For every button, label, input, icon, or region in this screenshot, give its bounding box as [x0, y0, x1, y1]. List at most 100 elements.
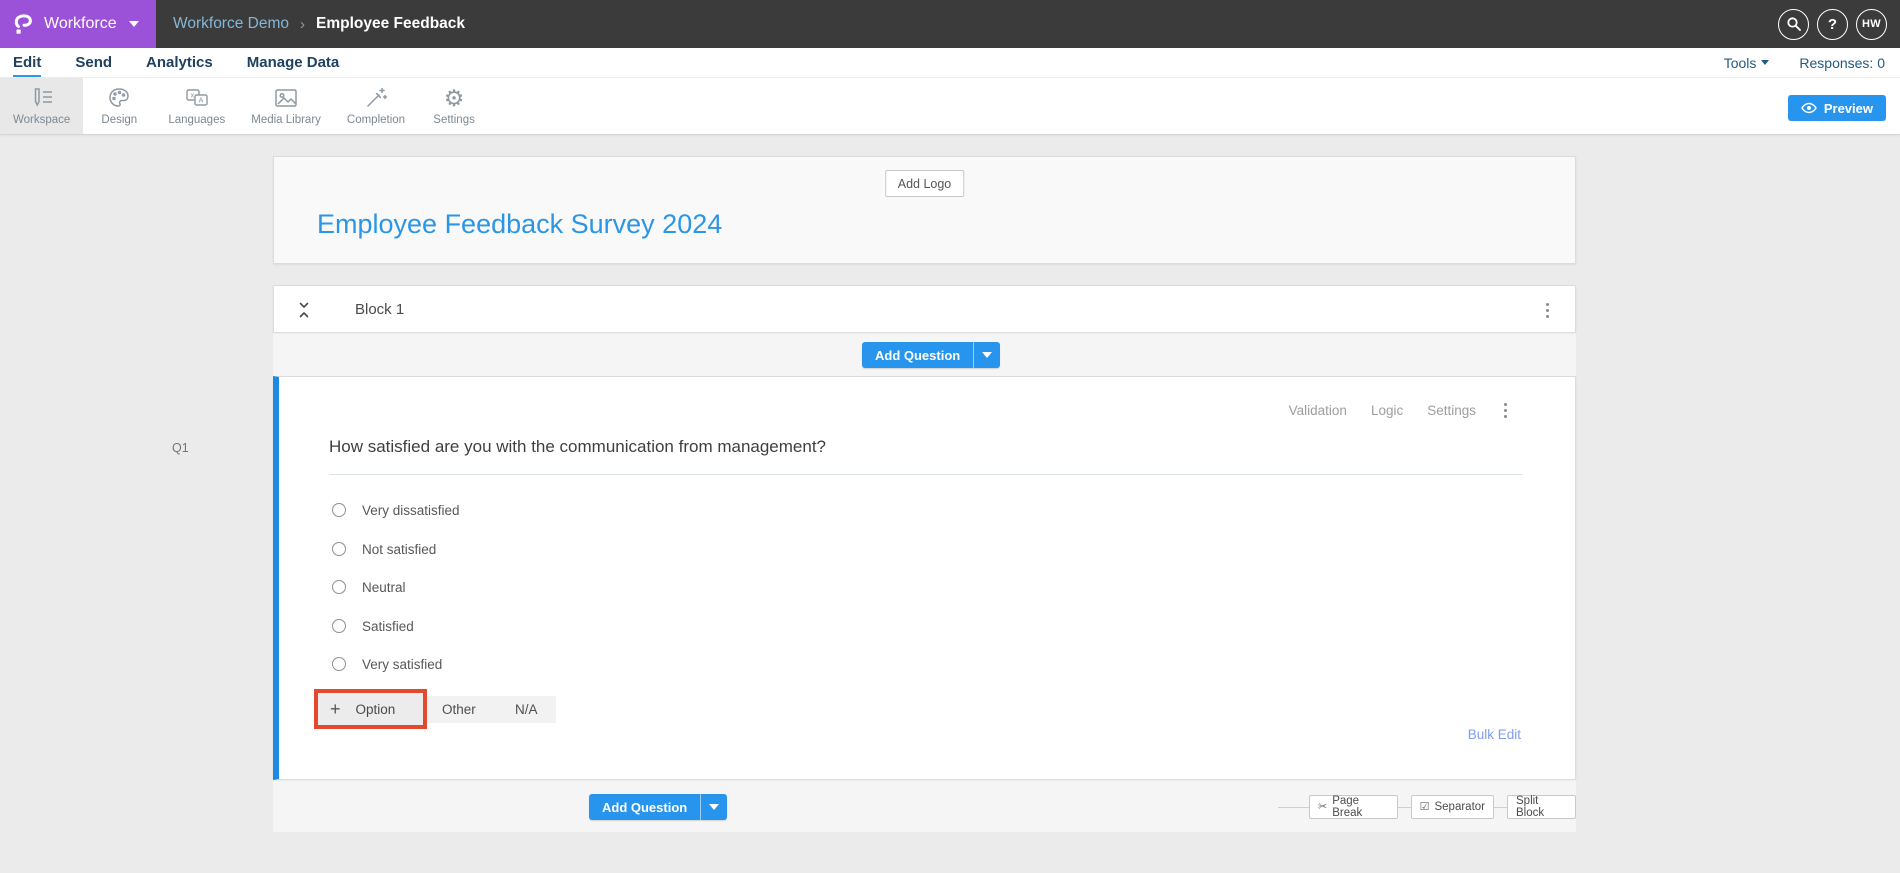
product-switcher[interactable]: Workforce: [0, 0, 156, 48]
eye-icon: [1801, 102, 1817, 114]
separator-label: Separator: [1434, 801, 1485, 813]
add-na-button[interactable]: N/A: [515, 696, 538, 723]
product-name: Workforce: [44, 15, 117, 33]
add-question-band-top: Add Question: [273, 333, 1576, 376]
toolbar-item-label: Design: [101, 114, 137, 126]
radio-button[interactable]: [332, 503, 346, 517]
choice-row: Not satisfied: [332, 538, 436, 560]
qualtrics-logo-icon: [13, 12, 35, 36]
tab-edit[interactable]: Edit: [13, 48, 41, 77]
workspace-icon: [29, 85, 55, 111]
checkbox-icon: ☑: [1420, 802, 1430, 813]
section-nav: Edit Send Analytics Manage Data Tools Re…: [0, 48, 1900, 78]
toolbar-item-settings[interactable]: ⚙ Settings: [418, 78, 490, 134]
svg-text:x: x: [190, 91, 194, 100]
tools-menu[interactable]: Tools: [1724, 55, 1770, 71]
survey-editor-screen: Workforce Workforce Demo › Employee Feed…: [0, 0, 1900, 873]
choice-label[interactable]: Satisfied: [362, 619, 414, 634]
completion-icon: [364, 85, 388, 111]
add-question-band-bottom: Add Question ✂ Page Break ☑ Separator Sp…: [273, 780, 1576, 832]
toolbar-item-completion[interactable]: Completion: [334, 78, 418, 134]
choice-row: Neutral: [332, 576, 406, 598]
chevron-down-icon: [709, 804, 719, 810]
svg-text:A: A: [198, 96, 203, 105]
bulk-edit-link[interactable]: Bulk Edit: [1468, 727, 1521, 742]
split-block-button[interactable]: Split Block: [1507, 795, 1576, 819]
logic-link[interactable]: Logic: [1371, 403, 1403, 418]
breadcrumb-current: Employee Feedback: [316, 15, 465, 33]
tools-label: Tools: [1724, 55, 1757, 71]
choice-label[interactable]: Very dissatisfied: [362, 503, 460, 518]
topbar-actions: ? HW: [1778, 9, 1887, 40]
page-break-button[interactable]: ✂ Page Break: [1309, 795, 1398, 819]
settings-link[interactable]: Settings: [1427, 403, 1476, 418]
tab-manage-data[interactable]: Manage Data: [247, 48, 340, 77]
choice-label[interactable]: Very satisfied: [362, 657, 442, 672]
toolbar-item-design[interactable]: Design: [83, 78, 155, 134]
tab-analytics[interactable]: Analytics: [146, 48, 213, 77]
settings-gear-icon: ⚙: [444, 85, 465, 111]
survey-title[interactable]: Employee Feedback Survey 2024: [317, 209, 722, 240]
block-name[interactable]: Block 1: [315, 286, 404, 332]
toolbar-item-label: Languages: [168, 114, 225, 126]
add-option-label: Option: [356, 702, 396, 717]
preview-button[interactable]: Preview: [1788, 95, 1886, 121]
breadcrumb-project-link[interactable]: Workforce Demo: [173, 15, 289, 33]
search-icon: [1786, 16, 1802, 32]
add-question-button-top[interactable]: Add Question: [862, 342, 1000, 368]
question-meta-links: Validation Logic Settings: [1289, 399, 1511, 422]
add-question-button-bottom[interactable]: Add Question: [589, 794, 727, 820]
toolbar-item-label: Settings: [433, 114, 475, 126]
help-button[interactable]: ?: [1817, 9, 1848, 40]
question-divider: [329, 474, 1523, 475]
separator-button[interactable]: ☑ Separator: [1411, 795, 1494, 819]
block-options-kebab-icon[interactable]: [1542, 299, 1553, 322]
choice-label[interactable]: Not satisfied: [362, 542, 436, 557]
radio-button[interactable]: [332, 542, 346, 556]
add-option-button-highlighted[interactable]: + Option: [314, 689, 427, 729]
toolbar-item-media-library[interactable]: Media Library: [238, 78, 334, 134]
choice-row: Very satisfied: [332, 653, 442, 675]
responses-count[interactable]: Responses: 0: [1799, 55, 1885, 71]
survey-header-card: Add Logo Employee Feedback Survey 2024: [273, 156, 1576, 264]
collapse-block-icon[interactable]: [298, 302, 310, 318]
editor-toolbar: Workspace Design x A Languages: [0, 78, 1900, 135]
radio-button[interactable]: [332, 657, 346, 671]
radio-button[interactable]: [332, 619, 346, 633]
avatar-initials: HW: [1862, 18, 1881, 30]
scissors-icon: ✂: [1318, 802, 1327, 813]
block-header: Block 1: [273, 285, 1576, 333]
block-actions: ✂ Page Break ☑ Separator Split Block: [1309, 795, 1576, 819]
radio-button[interactable]: [332, 580, 346, 594]
toolbar-item-languages[interactable]: x A Languages: [155, 78, 238, 134]
search-button[interactable]: [1778, 9, 1809, 40]
question-card: Validation Logic Settings How satisfied …: [273, 376, 1576, 780]
question-options-kebab-icon[interactable]: [1500, 399, 1511, 422]
question-text[interactable]: How satisfied are you with the communica…: [329, 437, 826, 457]
toolbar-item-workspace[interactable]: Workspace: [0, 78, 83, 134]
chevron-down-icon: [982, 352, 992, 358]
add-question-dropdown[interactable]: [700, 794, 727, 820]
plus-icon: +: [330, 700, 341, 718]
preview-label: Preview: [1824, 101, 1873, 116]
help-icon: ?: [1828, 16, 1837, 33]
breadcrumb: Workforce Demo › Employee Feedback: [173, 15, 465, 33]
add-question-label[interactable]: Add Question: [589, 794, 700, 820]
toolbar-item-label: Completion: [347, 114, 405, 126]
add-question-label[interactable]: Add Question: [862, 342, 973, 368]
add-logo-button[interactable]: Add Logo: [885, 170, 965, 197]
toolbar-item-label: Workspace: [13, 114, 70, 126]
top-bar: Workforce Workforce Demo › Employee Feed…: [0, 0, 1900, 48]
question-id: Q1: [172, 441, 189, 455]
add-other-button[interactable]: Other: [442, 696, 476, 723]
choice-label[interactable]: Neutral: [362, 580, 406, 595]
media-library-icon: [273, 85, 299, 111]
nav-right: Tools Responses: 0: [1724, 48, 1885, 77]
chevron-down-icon: [1761, 60, 1769, 65]
avatar[interactable]: HW: [1856, 9, 1887, 40]
add-question-dropdown[interactable]: [973, 342, 1000, 368]
choice-row: Satisfied: [332, 615, 414, 637]
tab-send[interactable]: Send: [75, 48, 112, 77]
split-block-label: Split Block: [1516, 795, 1567, 819]
validation-link[interactable]: Validation: [1289, 403, 1347, 418]
